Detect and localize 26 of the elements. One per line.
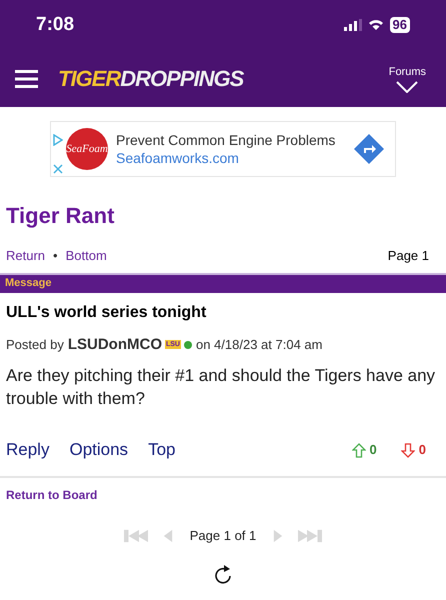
return-link[interactable]: Return [6,246,46,266]
brand-logo: SeaFoam [66,128,108,170]
post-action-link[interactable]: Reply [6,437,50,463]
return-to-board-link[interactable]: Return to Board [0,486,446,504]
author-name[interactable]: LSUDonMCO [68,334,162,356]
page-label: Page 1 of 1 [190,527,256,545]
separator: • [53,247,58,265]
post-action-link[interactable]: Top [148,437,176,463]
post-title: ULL's world series tonight [5,302,208,322]
board-title: Tiger Rant [5,202,116,230]
downvote-count: 0 [418,441,426,460]
posted-by-label: Posted by [6,336,64,354]
post-date: on 4/18/23 at 7:04 am [196,336,322,354]
status-time: 7:08 [36,12,74,37]
bottom-link[interactable]: Bottom [66,246,107,266]
battery-indicator: 96 [390,17,410,33]
page-indicator: Page 1 [388,247,430,265]
ad-banner[interactable]: SeaFoam Prevent Common Engine Problems Seafoamworks.com [50,121,396,177]
forums-menu-button[interactable]: Forums [388,64,426,93]
upvote-count: 0 [370,441,377,460]
message-label: Message [5,276,52,292]
ad-link[interactable]: Seafoamworks.com [116,149,336,167]
post-body: Are they pitching their #1 and should the Tigers have any trouble with them? [5,365,436,410]
post-action-link[interactable]: Options [69,437,128,463]
site-logo[interactable]: TIGERDROPPINGS [58,62,244,95]
ad-headline: Prevent Common Engine Problems [116,131,336,149]
